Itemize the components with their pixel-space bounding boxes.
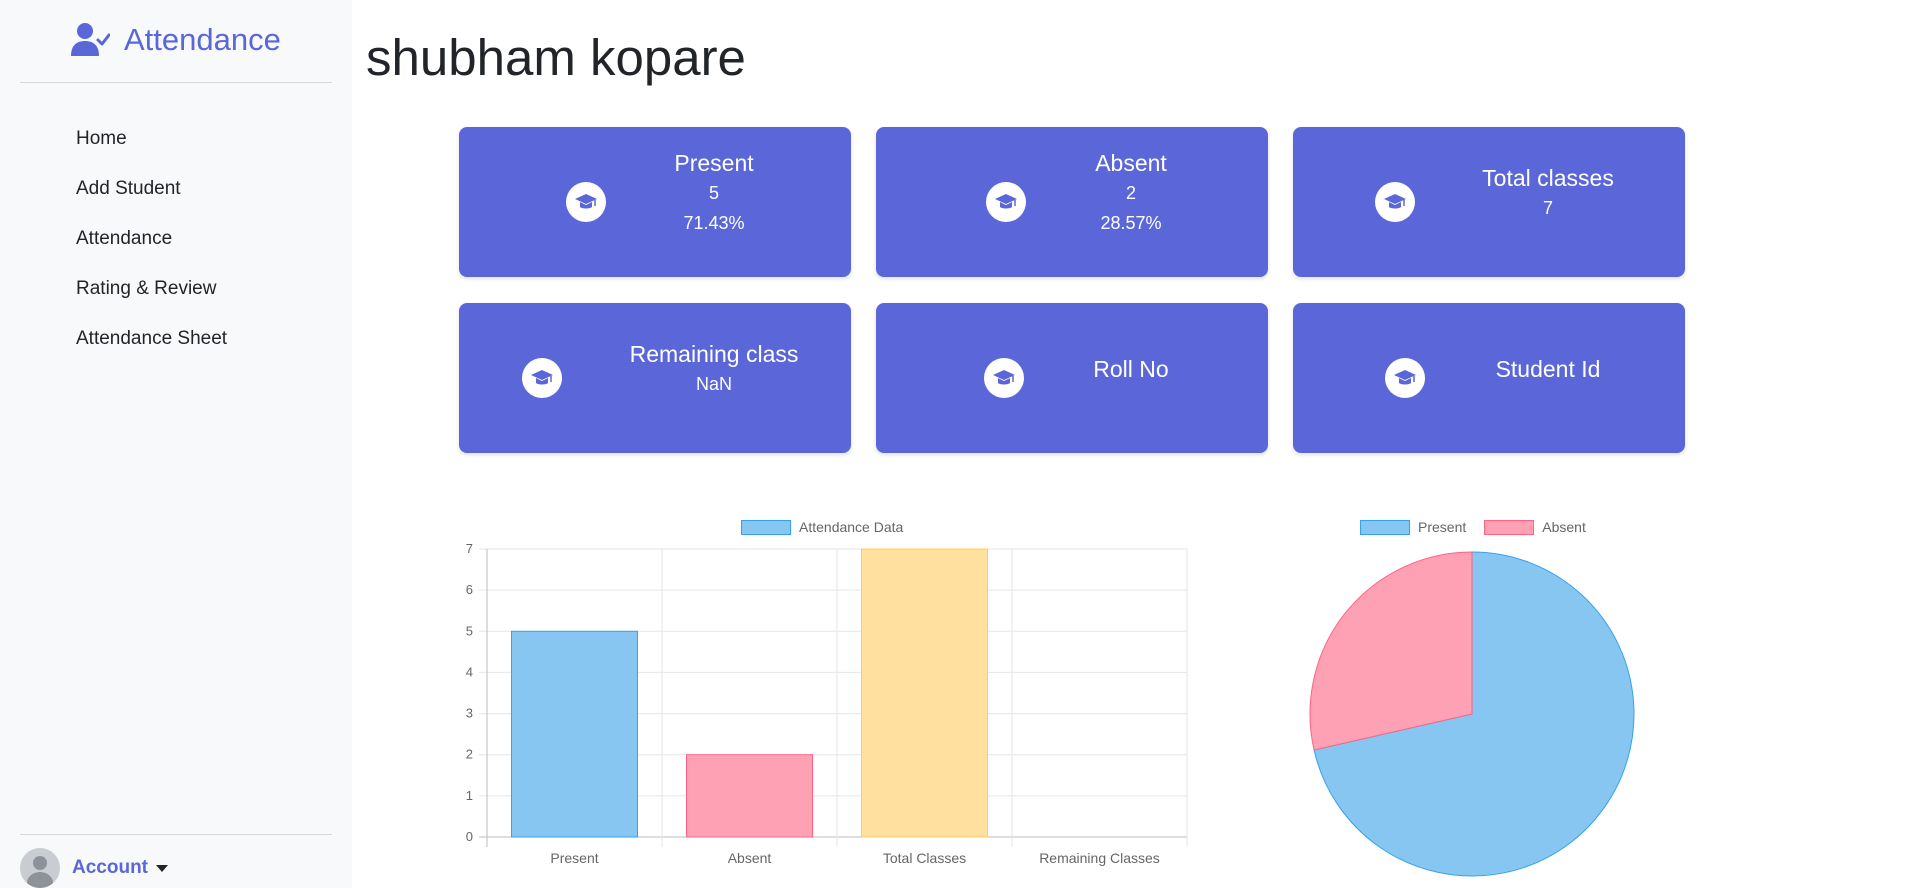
card-title: Roll No [1093,356,1169,382]
card-value: 2 [1125,183,1136,203]
legend-item-present[interactable]: Present [1360,519,1466,535]
legend-label: Attendance Data [799,519,904,535]
card-title: Absent [1095,150,1167,176]
card-title: Present [674,150,754,176]
legend-swatch [741,519,791,535]
legend-swatch [1360,519,1410,535]
sidebar-divider-bottom [20,834,332,835]
x-tick-label: Remaining Classes [1039,850,1160,866]
legend-swatch [1484,519,1535,535]
card-title: Total classes [1482,165,1614,191]
bar [511,630,638,838]
card-percent: 71.43% [683,213,745,233]
card-title: Student Id [1495,356,1601,382]
sidebar-item-rating-review[interactable]: Rating & Review [76,264,227,314]
y-tick-label: 5 [466,623,473,638]
pie-chart [1309,551,1635,877]
page-title: shubham kopare [366,29,746,86]
user-check-icon [71,23,110,56]
student-id-card: Student Id [1293,303,1685,453]
bar [861,548,988,838]
graduation-cap-icon [566,182,606,222]
legend-label: Present [1418,519,1467,535]
sidebar-nav: Home Add Student Attendance Rating & Rev… [76,114,227,364]
sidebar-item-attendance[interactable]: Attendance [76,214,227,264]
bar [686,754,813,838]
legend-item-absent[interactable]: Absent [1484,519,1586,535]
card-percent: 28.57% [1100,213,1162,233]
bar-chart: 0 1 2 3 4 5 6 7 Present Absent Total Classes Remain… [466,541,1188,866]
sidebar: Attendance Home Add Student Attendance R… [0,0,352,888]
card-value: NaN [695,374,732,394]
y-tick-label: 0 [466,829,473,844]
y-tick-label: 2 [466,747,473,762]
x-tick-label: Total Classes [883,850,966,866]
legend-label: Absent [1542,519,1586,535]
x-tick-label: Absent [728,850,772,866]
brand[interactable]: Attendance [70,18,281,62]
account-menu[interactable]: Account [20,848,168,888]
y-tick-label: 7 [466,541,473,556]
brand-label: Attendance [124,22,281,57]
graduation-cap-icon [986,182,1026,222]
graduation-cap-icon [522,358,562,398]
caret-down-icon [156,864,168,872]
card-title: Remaining class [629,341,799,367]
bar-chart-legend[interactable]: Attendance Data [741,519,903,535]
graduation-cap-icon [1375,182,1415,222]
y-tick-label: 4 [466,664,473,679]
y-tick-label: 1 [466,788,473,803]
y-tick-label: 6 [466,582,473,597]
graduation-cap-icon [984,358,1024,398]
sidebar-item-add-student[interactable]: Add Student [76,164,227,214]
graduation-cap-icon [1385,358,1425,398]
card-value: 5 [708,183,719,203]
roll-no-card: Roll No [876,303,1268,453]
account-label: Account [72,857,148,878]
sidebar-item-attendance-sheet[interactable]: Attendance Sheet [76,314,227,364]
avatar [20,848,60,888]
card-value: 7 [1542,198,1553,218]
present-card: Present 5 71.43% [459,127,851,277]
absent-card: Absent 2 28.57% [876,127,1268,277]
total-classes-card: Total classes 7 [1293,127,1685,277]
y-tick-label: 3 [466,706,473,721]
pie-chart-legend: Present Absent [1360,519,1596,535]
sidebar-item-home[interactable]: Home [76,114,227,164]
x-tick-label: Present [550,850,598,866]
remaining-class-card: Remaining class NaN [459,303,851,453]
sidebar-divider-top [20,82,332,83]
